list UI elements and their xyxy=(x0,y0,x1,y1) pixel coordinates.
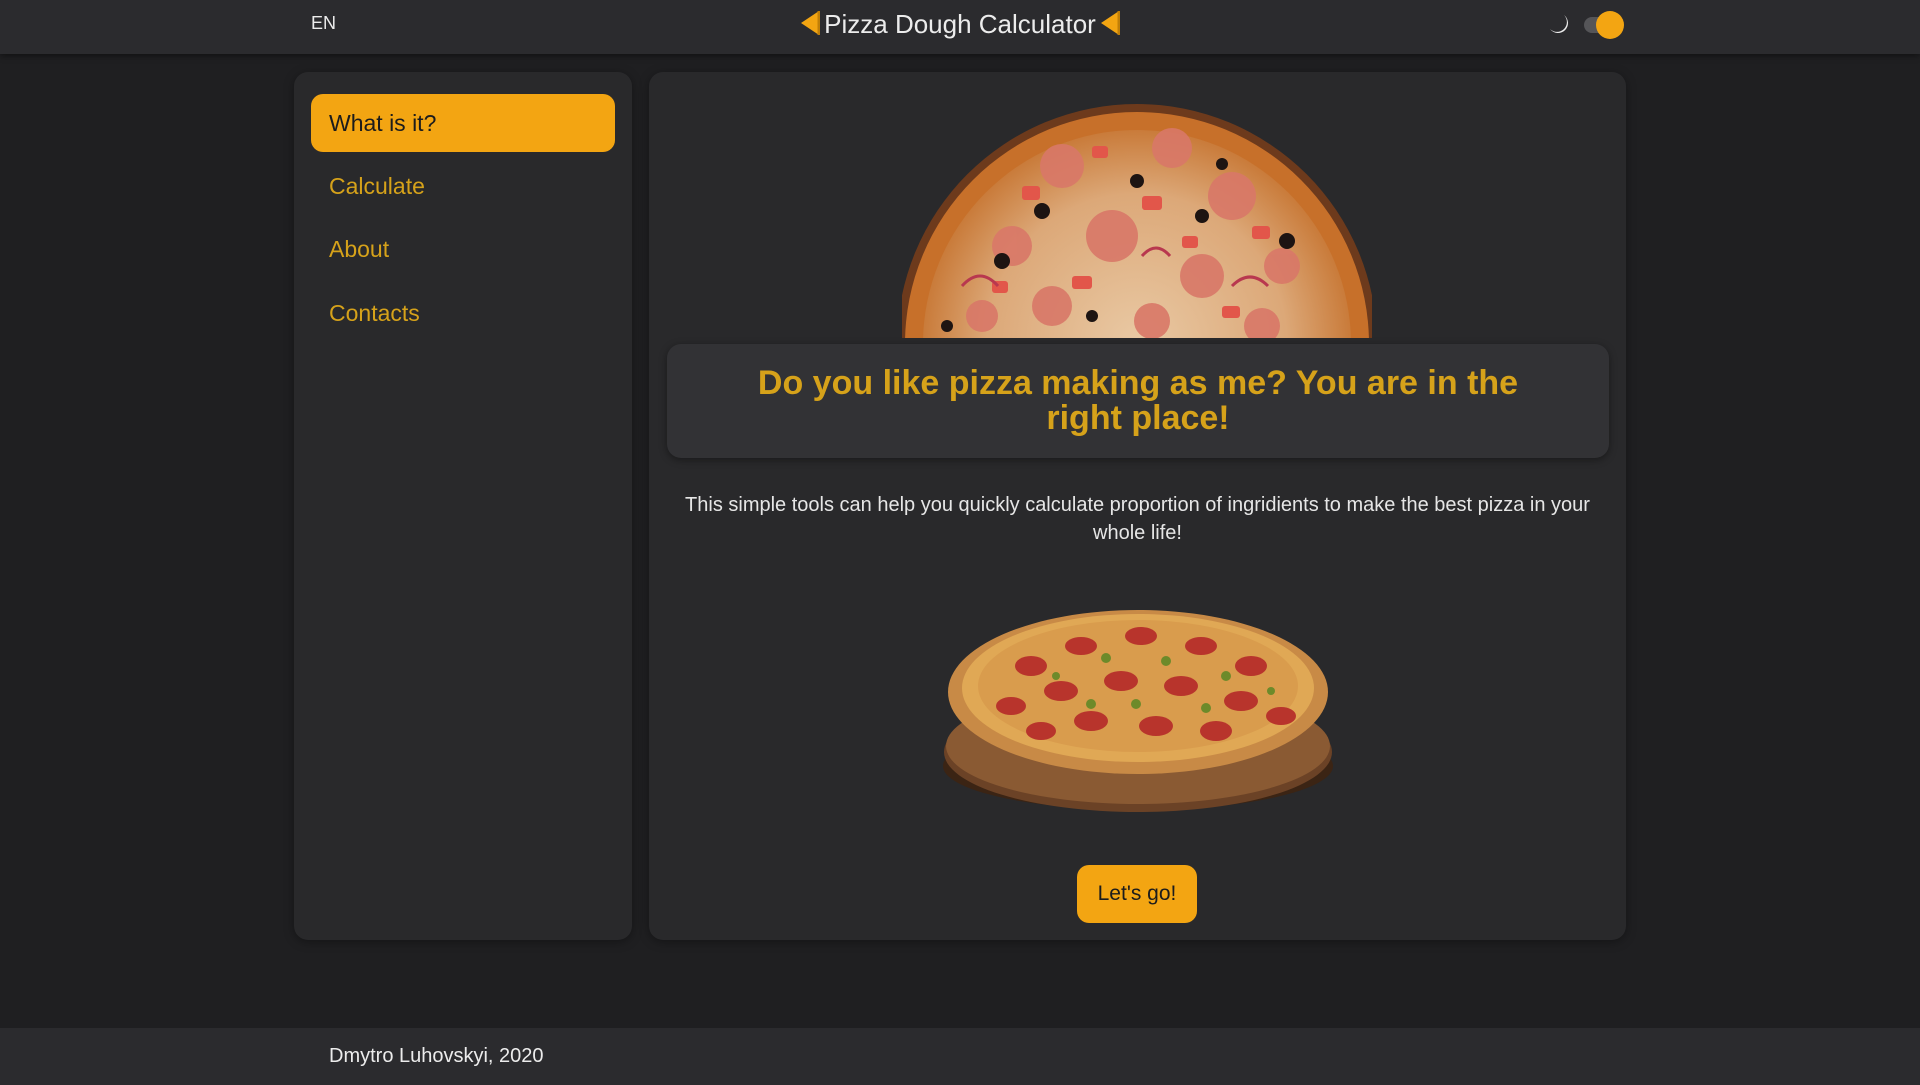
pizza-slice-icon xyxy=(1100,10,1120,36)
sidebar-item-what-is-it[interactable]: What is it? xyxy=(311,94,615,152)
footer: Dmytro Luhovskyi, 2020 xyxy=(0,1028,1920,1085)
pizza-slice-icon xyxy=(800,10,821,36)
sidebar-item-contacts[interactable]: Contacts xyxy=(311,284,615,342)
switch-knob[interactable] xyxy=(1596,11,1624,39)
top-bar: EN Pizza Dough Calculator xyxy=(0,0,1920,54)
app-title: Pizza Dough Calculator xyxy=(824,9,1096,39)
description-text: This simple tools can help you quickly c… xyxy=(685,494,1590,544)
app-brand: Pizza Dough Calculator xyxy=(0,8,1920,40)
theme-toggle[interactable] xyxy=(1546,8,1626,40)
sidebar-item-calculate[interactable]: Calculate xyxy=(311,157,615,215)
moon-icon xyxy=(1550,15,1568,33)
sidebar-item-about[interactable]: About xyxy=(311,220,615,278)
headline-card: Do you like pizza making as me? You are … xyxy=(667,344,1609,458)
pizza-top-view-image xyxy=(902,104,1372,338)
headline: Do you like pizza making as me? You are … xyxy=(757,364,1519,437)
pepperoni-pizza-image xyxy=(943,610,1333,812)
footer-copyright: Dmytro Luhovskyi, 2020 xyxy=(329,1045,544,1067)
sidebar: What is it? Calculate About Contacts xyxy=(294,72,632,940)
lets-go-button[interactable]: Let's go! xyxy=(1077,865,1197,923)
main-panel: Do you like pizza making as me? You are … xyxy=(649,72,1626,940)
